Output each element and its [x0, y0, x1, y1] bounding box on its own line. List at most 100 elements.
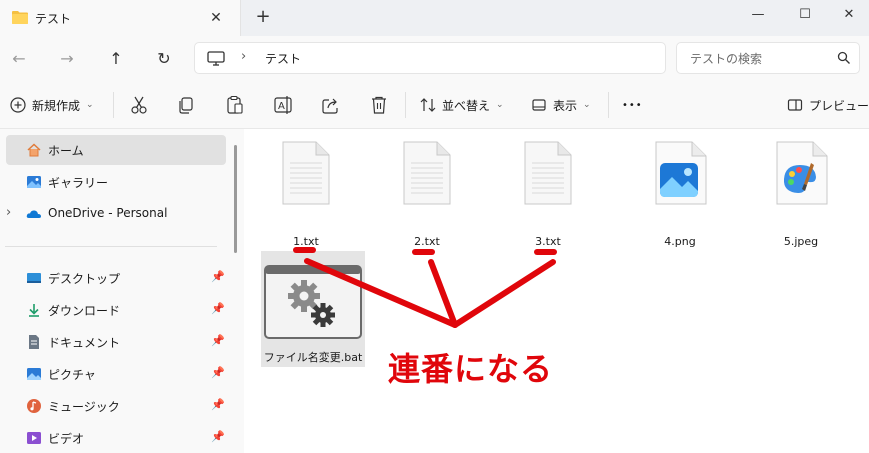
pin-icon: 📌: [211, 270, 225, 283]
sort-icon: [420, 98, 436, 112]
annotation-label: 連番になる: [388, 350, 554, 388]
download-icon: [29, 304, 39, 317]
sidebar-item-label: ミュージック: [48, 400, 120, 414]
batch-file-icon: [264, 265, 362, 339]
sidebar-item-documents[interactable]: ドキュメント 📌: [6, 327, 226, 357]
cut-icon[interactable]: [128, 94, 150, 116]
file-list: 1.txt 2.txt 3.txt 4.png 5.jpeg ファイル名変更.b…: [244, 129, 869, 453]
new-label: 新規作成: [32, 98, 81, 113]
file-name: ファイル名変更.bat: [263, 351, 363, 364]
sidebar-item-onedrive[interactable]: OneDrive - Personal: [6, 199, 226, 229]
chevron-down-icon: ⌄: [86, 100, 94, 110]
back-button[interactable]: ←: [6, 46, 32, 72]
sort-label: 並べ替え: [442, 98, 491, 113]
sidebar-item-desktop[interactable]: デスクトップ 📌: [6, 263, 226, 293]
chevron-down-icon: ⌄: [583, 100, 591, 110]
monitor-icon: [207, 51, 225, 66]
file-item[interactable]: 1.txt: [254, 137, 358, 249]
search-icon: [837, 51, 850, 64]
share-icon[interactable]: [320, 94, 342, 116]
pin-icon: 📌: [211, 302, 225, 315]
command-bar: 新規作成 ⌄ A 並べ替え ⌄ 表示 ⌄ ••• プレビュー: [0, 82, 869, 129]
divider: [405, 92, 406, 118]
sidebar-item-label: ピクチャ: [48, 368, 96, 382]
title-bar: テスト ✕ + — ☐ ✕: [0, 0, 869, 36]
music-icon: [27, 399, 41, 413]
breadcrumb-chevron-icon: ›: [241, 49, 247, 64]
sidebar-item-label: OneDrive - Personal: [48, 206, 168, 220]
sidebar-item-gallery[interactable]: ギャラリー: [6, 167, 226, 197]
plus-circle-icon: [10, 97, 26, 113]
file-item-selected[interactable]: ファイル名変更.bat: [261, 251, 365, 367]
sidebar-item-label: デスクトップ: [48, 272, 121, 286]
sidebar-item-videos[interactable]: ビデオ 📌: [6, 423, 226, 453]
divider: [5, 246, 217, 247]
text-file-icon: [524, 141, 572, 205]
sidebar-item-label: ギャラリー: [48, 176, 109, 190]
address-row: ← → ↑ ↻ › テスト テストの検索: [0, 36, 869, 82]
preview-pane-icon: [787, 99, 803, 111]
search-placeholder: テストの検索: [690, 52, 763, 66]
tab-test[interactable]: テスト ✕: [0, 0, 241, 36]
file-item[interactable]: 2.txt: [375, 137, 479, 249]
sort-button[interactable]: 並べ替え ⌄: [420, 94, 504, 116]
rename-icon[interactable]: A: [272, 94, 294, 116]
gallery-icon: [27, 176, 41, 188]
preview-pane-button[interactable]: プレビュー: [787, 94, 869, 116]
file-name: 3.txt: [535, 235, 561, 248]
image-file-icon: [655, 141, 707, 205]
videos-icon: [27, 432, 41, 444]
sidebar-scrollbar[interactable]: [234, 145, 237, 253]
sidebar-item-label: ドキュメント: [48, 336, 121, 350]
view-button[interactable]: 表示 ⌄: [531, 94, 591, 116]
maximize-button[interactable]: ☐: [781, 0, 829, 32]
preview-label: プレビュー: [809, 98, 869, 113]
minimize-button[interactable]: —: [734, 0, 782, 32]
copy-icon[interactable]: [175, 94, 197, 116]
new-tab-button[interactable]: +: [253, 8, 273, 28]
file-name: 4.png: [664, 235, 696, 248]
folder-icon: [12, 11, 28, 24]
view-label: 表示: [553, 98, 578, 113]
onedrive-icon: [26, 210, 41, 218]
tab-title: テスト: [35, 12, 72, 26]
sidebar-item-label: ホーム: [48, 144, 84, 158]
sidebar-item-pictures[interactable]: ピクチャ 📌: [6, 359, 226, 389]
pin-icon: 📌: [211, 398, 225, 411]
more-options-button[interactable]: •••: [622, 94, 643, 116]
divider: [608, 92, 609, 118]
svg-text:A: A: [278, 101, 285, 112]
sidebar-item-label: ビデオ: [48, 432, 85, 446]
file-item[interactable]: 5.jpeg: [749, 137, 853, 249]
paste-icon[interactable]: [224, 94, 246, 116]
file-name: 1.txt: [293, 235, 319, 248]
text-file-icon: [282, 141, 330, 205]
breadcrumb-current[interactable]: テスト: [265, 50, 301, 67]
sidebar-item-home[interactable]: ホーム: [6, 135, 226, 165]
divider: [113, 92, 114, 118]
navigation-pane: ホーム ギャラリー › OneDrive - Personal デスクトップ 📌…: [0, 129, 244, 453]
pin-icon: 📌: [211, 366, 225, 379]
sidebar-item-label: ダウンロード: [48, 304, 121, 318]
text-file-icon: [403, 141, 451, 205]
forward-button[interactable]: →: [54, 46, 80, 72]
refresh-button[interactable]: ↻: [151, 46, 177, 72]
file-item[interactable]: 4.png: [628, 137, 732, 249]
new-button[interactable]: 新規作成 ⌄: [10, 94, 94, 116]
chevron-down-icon: ⌄: [496, 100, 504, 110]
sidebar-item-downloads[interactable]: ダウンロード 📌: [6, 295, 226, 325]
file-name: 5.jpeg: [783, 235, 819, 248]
search-box[interactable]: テストの検索: [676, 42, 860, 74]
pin-icon: 📌: [211, 334, 225, 347]
sidebar-item-music[interactable]: ミュージック 📌: [6, 391, 226, 421]
view-icon: [532, 99, 546, 111]
paint-file-icon: [776, 141, 828, 205]
pin-icon: 📌: [211, 430, 225, 443]
close-tab-icon[interactable]: ✕: [206, 8, 226, 28]
up-button[interactable]: ↑: [103, 46, 129, 72]
file-item[interactable]: 3.txt: [496, 137, 600, 249]
close-window-button[interactable]: ✕: [825, 0, 869, 32]
delete-icon[interactable]: [368, 94, 390, 116]
home-icon: [27, 143, 41, 157]
address-bar[interactable]: › テスト: [194, 42, 666, 74]
